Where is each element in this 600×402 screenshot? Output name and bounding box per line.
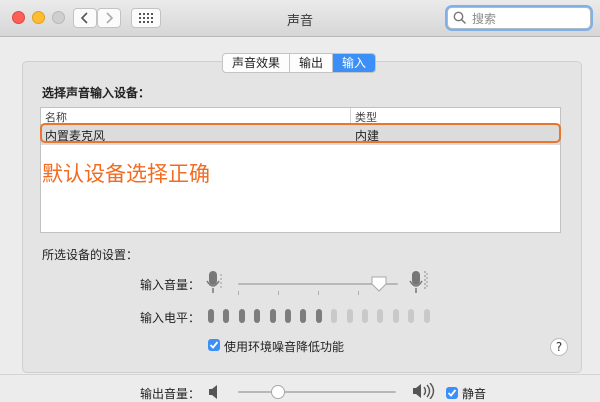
output-volume-label: 输出音量：	[140, 387, 201, 401]
tab-input[interactable]: 输入	[333, 54, 376, 72]
settings-section-title: 所选设备的设置：	[42, 248, 139, 262]
tab-output[interactable]: 输出	[290, 54, 334, 72]
microphone-high-icon	[409, 271, 428, 293]
level-bar	[238, 309, 245, 323]
input-volume-label: 输入音量：	[140, 278, 201, 292]
segmented-tabs: 声音效果 输出 输入	[222, 53, 377, 73]
level-bar	[346, 309, 353, 323]
output-volume-slider-thumb[interactable]	[270, 385, 285, 399]
search-input[interactable]	[470, 10, 589, 28]
speaker-low-icon	[209, 385, 217, 399]
slider-tick	[278, 291, 279, 295]
slider-tick	[358, 291, 359, 295]
search-field[interactable]	[447, 7, 591, 29]
tab-sound-effects[interactable]: 声音效果	[223, 54, 291, 72]
mute-checkbox[interactable]	[446, 387, 458, 399]
selection-highlight-box	[40, 123, 561, 143]
noise-reduction-label[interactable]: 使用环境噪音降低功能	[224, 338, 344, 355]
level-bar	[285, 309, 291, 323]
divider	[0, 374, 600, 375]
title-bar: 声音	[0, 0, 600, 37]
level-bar	[331, 309, 338, 323]
level-bar	[315, 309, 322, 323]
slider-tick	[318, 291, 319, 295]
level-bar	[269, 309, 276, 323]
device-section-title: 选择声音输入设备：	[42, 86, 151, 100]
search-icon	[453, 11, 467, 25]
level-bar	[254, 309, 261, 323]
microphone-low-icon	[206, 271, 222, 293]
level-bar	[300, 309, 307, 323]
level-bar	[408, 309, 415, 323]
level-bar	[208, 309, 214, 323]
noise-reduction-checkbox[interactable]	[208, 339, 220, 351]
level-bar	[377, 309, 384, 323]
help-button[interactable]: ?	[550, 338, 568, 356]
annotation-text: 默认设备选择正确	[42, 162, 210, 186]
level-bar	[362, 309, 368, 323]
slider-tick	[238, 291, 239, 295]
checkmark-icon	[447, 389, 457, 397]
level-bar	[223, 309, 230, 323]
output-volume-slider-track[interactable]	[238, 391, 396, 393]
column-divider	[350, 108, 351, 124]
mute-label[interactable]: 静音	[462, 385, 486, 402]
level-bar	[423, 309, 430, 323]
checkmark-icon	[209, 341, 219, 349]
level-bar	[392, 309, 399, 323]
input-volume-slider-thumb[interactable]	[371, 276, 387, 292]
speaker-high-icon	[413, 383, 435, 399]
input-level-label: 输入电平：	[140, 311, 201, 325]
